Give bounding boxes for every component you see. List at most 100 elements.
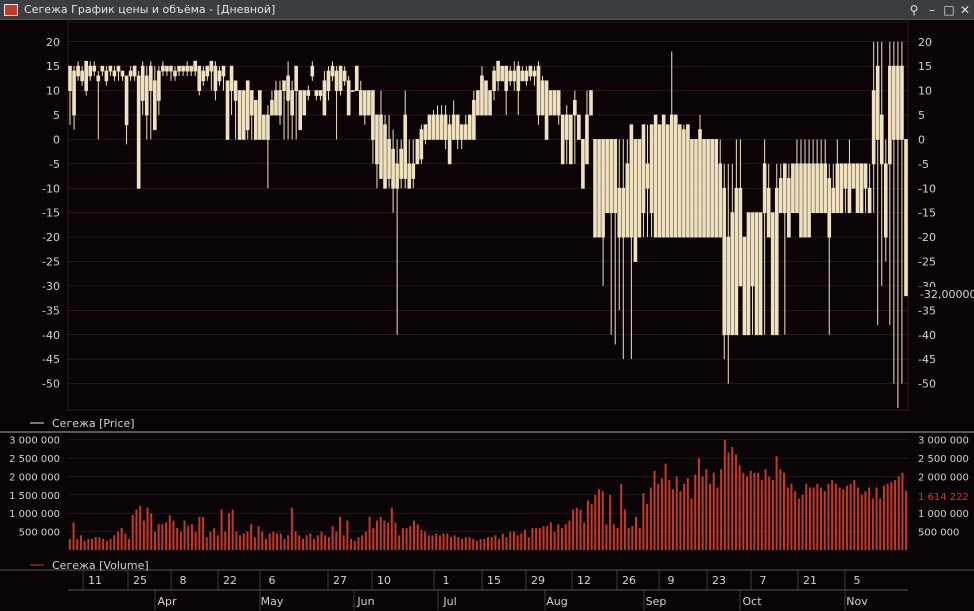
candle-body <box>819 163 823 214</box>
price-y-tick-label-right: 5 <box>918 109 925 122</box>
candle-body <box>694 139 698 238</box>
candle-body <box>568 114 573 165</box>
candle-body <box>266 114 270 140</box>
price-y-tick-label-left: -45 <box>42 353 60 366</box>
volume-y-tick-label-left: 1 000 000 <box>9 509 60 520</box>
window-title: Сегежа График цены и объёма - [Дневной] <box>24 3 276 16</box>
candle-body <box>346 80 351 116</box>
maximize-button[interactable]: □ <box>941 2 957 18</box>
candle-body <box>657 124 662 238</box>
candle-body <box>371 90 375 140</box>
candle-body <box>710 139 714 238</box>
candle-body <box>730 212 735 336</box>
candle-body <box>484 80 488 116</box>
candle-body <box>451 114 456 140</box>
x-day-label: 6 <box>269 574 276 587</box>
candle-body <box>661 114 666 238</box>
candle-body <box>124 75 129 126</box>
candle-body <box>407 163 412 189</box>
candle-body <box>500 65 504 82</box>
candle-body <box>423 124 428 140</box>
candle-body <box>690 139 694 238</box>
candle-body <box>415 139 420 165</box>
candle-body <box>585 114 589 165</box>
price-legend-label: Сегежа [Price] <box>52 417 135 430</box>
price-y-tick-label-left: -5 <box>49 158 60 171</box>
candle-body <box>762 163 767 214</box>
candle-body <box>843 163 848 189</box>
candle-body <box>669 114 674 238</box>
candle-body <box>363 90 367 116</box>
candle-body <box>617 187 622 238</box>
x-day-label: 15 <box>487 574 501 587</box>
candle-body <box>342 70 347 82</box>
candle-body <box>552 90 557 116</box>
candle-body <box>855 163 860 214</box>
price-last-value-label: -32,000000 <box>920 288 974 301</box>
candle-body <box>625 163 630 238</box>
candle-body <box>593 139 597 238</box>
x-day-label: 27 <box>333 574 347 587</box>
candle-body <box>560 114 565 165</box>
x-day-label: 26 <box>622 574 636 587</box>
candle-body <box>544 80 549 140</box>
candle-body <box>431 114 436 140</box>
chart-area[interactable]: 20 2015 1510 105 50 0-5 -5-10 -10-15 -15-20 -20-2… <box>0 20 974 611</box>
volume-legend-label: Сегежа [Volume] <box>52 559 149 572</box>
candle-body <box>148 65 153 91</box>
candle-body <box>338 65 343 91</box>
candle-body <box>84 60 88 91</box>
candle-body <box>750 212 755 287</box>
minimize-button[interactable]: – <box>924 2 940 18</box>
price-legend: Сегежа [Price] <box>30 417 135 430</box>
candle-body <box>177 65 181 72</box>
candle-body <box>290 90 294 116</box>
price-y-tick-label-left: -40 <box>42 329 60 342</box>
volume-y-tick-label-left: 500 000 <box>19 528 60 539</box>
candle-body <box>758 212 763 336</box>
price-y-tick-label-right: -20 <box>918 231 936 244</box>
candle-body <box>153 80 157 131</box>
price-y-tick-label-left: -10 <box>42 182 60 195</box>
price-y-tick-label-right: -35 <box>918 304 936 317</box>
candle-body <box>645 163 650 189</box>
candle-body <box>169 65 173 72</box>
candle-body <box>900 65 904 140</box>
candle-body <box>241 90 246 140</box>
x-day-label: 23 <box>712 574 726 587</box>
candle-body <box>367 90 371 116</box>
price-y-tick-label-right: -25 <box>918 256 936 269</box>
price-last-value: -32,000000 <box>918 287 974 301</box>
candle-body <box>665 124 670 238</box>
volume-y-tick-label-left: 2 500 000 <box>9 454 60 465</box>
candle-body <box>391 148 395 189</box>
price-y-tick-label-left: -25 <box>42 256 60 269</box>
candle-body <box>104 70 109 82</box>
candle-body <box>274 90 278 116</box>
price-y-tick-label-right: 20 <box>918 36 932 49</box>
price-y-tick-label-left: -30 <box>42 280 60 293</box>
candle-body <box>766 187 771 238</box>
candle-body <box>443 114 448 140</box>
candle-body <box>564 114 569 140</box>
candle-body <box>746 212 751 336</box>
price-y-tick-label-left: 15 <box>46 60 60 73</box>
candle-body <box>504 65 508 91</box>
candle-body <box>682 129 686 238</box>
candle-body <box>641 124 646 214</box>
price-pane[interactable]: 20 20 15 15 10 10 5 5 0 0 -5 -5 -10 -10 -15 -15 -20 -20 -2… <box>0 21 974 433</box>
close-button[interactable]: ✕ <box>957 2 973 18</box>
x-day-label: 25 <box>133 574 147 587</box>
price-y-tick-label-left: 0 <box>53 133 60 146</box>
candle-body <box>871 90 876 165</box>
candle-body <box>225 80 230 140</box>
candle-body <box>435 114 440 140</box>
candle-body <box>702 139 706 238</box>
price-y-tick-label-left: 10 <box>46 85 60 98</box>
volume-pane[interactable]: 3 000 000 3 000 000 2 500 000 2 500 000 2 00… <box>9 436 969 550</box>
price-y-tick-label-right: 10 <box>918 85 932 98</box>
pin-button[interactable]: ⚲ <box>906 2 922 18</box>
candle-body <box>831 187 836 214</box>
candle-body <box>706 139 710 238</box>
candle-body <box>686 124 690 238</box>
